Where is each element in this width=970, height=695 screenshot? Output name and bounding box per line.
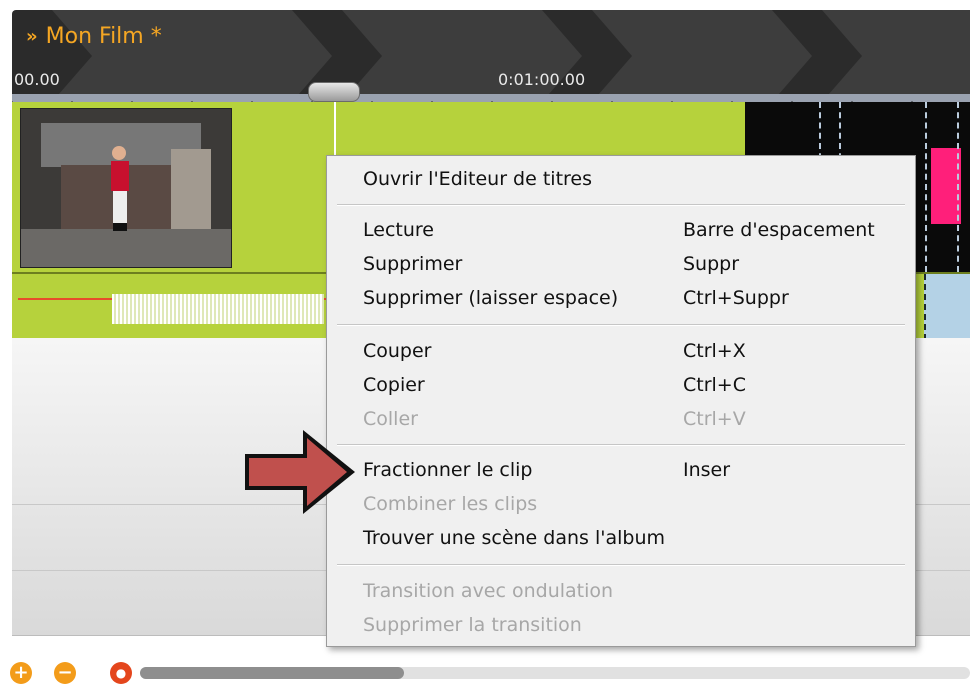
menu-item-cut[interactable]: Couper xyxy=(363,336,432,366)
timeline-footer: + − ● xyxy=(0,650,970,695)
audio-waveform xyxy=(112,294,324,324)
menu-item-ripple-transition[interactable]: Transition avec ondulation xyxy=(363,576,613,606)
project-title[interactable]: » Mon Film * xyxy=(26,24,162,49)
highlight-arrow-icon xyxy=(245,430,355,514)
minus-circle-icon[interactable]: − xyxy=(54,662,76,684)
scrollbar-thumb[interactable] xyxy=(140,667,404,679)
timeline-scrollbar[interactable] xyxy=(140,667,970,679)
menu-item-copy[interactable]: Copier xyxy=(363,370,425,400)
menu-item-delete-transition[interactable]: Supprimer la transition xyxy=(363,610,582,640)
menu-item-split-clip[interactable]: Fractionner le clip xyxy=(363,455,533,485)
thumbnail-image xyxy=(21,109,231,267)
menu-separator xyxy=(337,324,905,326)
menu-separator xyxy=(337,204,905,206)
expand-chevrons-icon[interactable]: » xyxy=(26,26,38,47)
shortcut-cut: Ctrl+X xyxy=(683,340,746,362)
menu-item-open-title-editor[interactable]: Ouvrir l'Editeur de titres xyxy=(363,164,592,194)
clip-boundary xyxy=(925,102,929,272)
shortcut-split-clip: Inser xyxy=(683,459,731,481)
timeline-ruler[interactable] xyxy=(12,94,970,102)
menu-separator xyxy=(337,564,905,566)
timecode-start: 00.00 xyxy=(14,70,60,89)
menu-item-paste[interactable]: Coller xyxy=(363,404,418,434)
timeline-header: » Mon Film * 00.00 0:01:00.00 xyxy=(12,10,970,102)
audio-clip-right[interactable] xyxy=(924,274,970,340)
playhead-scrubber[interactable] xyxy=(308,82,360,102)
menu-item-find-scene-in-album[interactable]: Trouver une scène dans l'album xyxy=(363,523,665,553)
shortcut-copy: Ctrl+C xyxy=(683,374,746,396)
shortcut-delete-leave-gap: Ctrl+Suppr xyxy=(683,287,789,309)
timecode-mid: 0:01:00.00 xyxy=(498,70,586,89)
video-editor-app: » Mon Film * 00.00 0:01:00.00 + − ● Ouvr… xyxy=(0,0,970,695)
context-menu: Ouvrir l'Editeur de titres Lecture Barre… xyxy=(326,155,916,647)
menu-item-delete[interactable]: Supprimer xyxy=(363,249,462,279)
menu-item-play[interactable]: Lecture xyxy=(363,215,434,245)
shortcut-paste: Ctrl+V xyxy=(683,408,746,430)
video-clip-thumbnail[interactable] xyxy=(20,108,232,268)
menu-item-delete-leave-gap[interactable]: Supprimer (laisser espace) xyxy=(363,283,618,313)
clip-boundary xyxy=(957,102,961,272)
shortcut-delete: Suppr xyxy=(683,253,740,275)
menu-separator xyxy=(337,444,905,446)
project-title-text: Mon Film * xyxy=(45,24,162,49)
menu-item-combine-clips[interactable]: Combiner les clips xyxy=(363,489,537,519)
shortcut-play: Barre d'espacement xyxy=(683,219,875,241)
plus-circle-icon[interactable]: + xyxy=(10,662,32,684)
record-icon[interactable]: ● xyxy=(110,662,132,684)
